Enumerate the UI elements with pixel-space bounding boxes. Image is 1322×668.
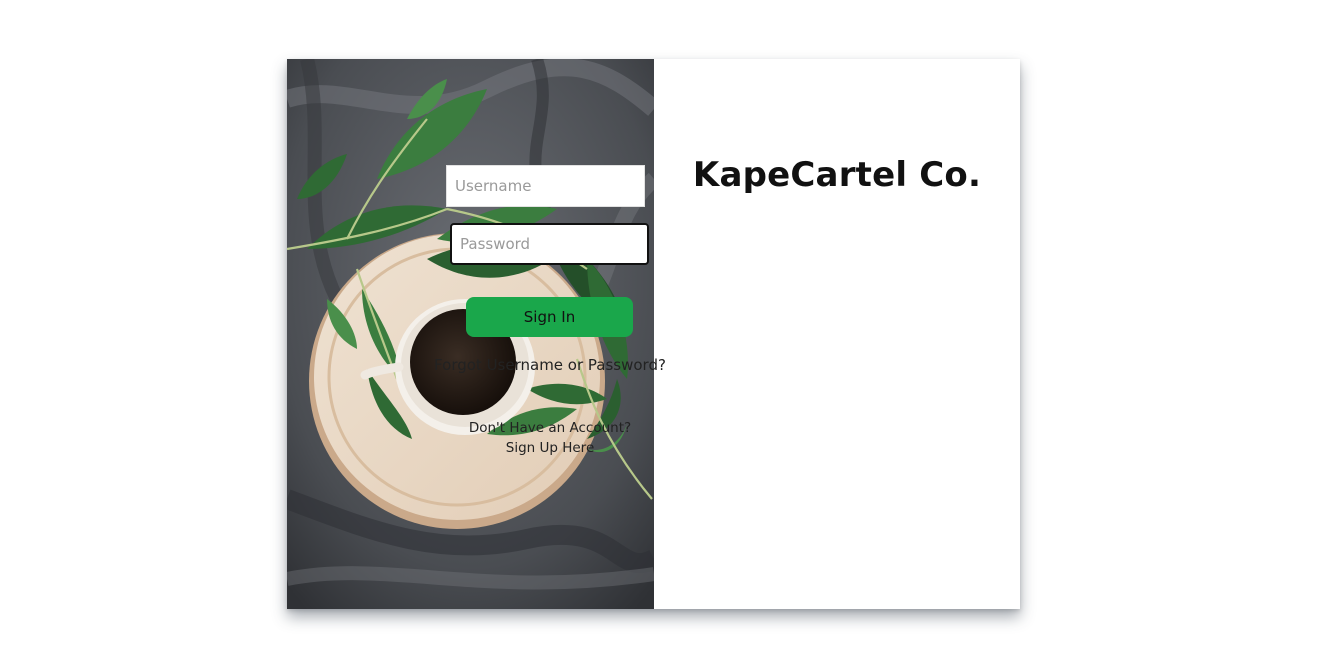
login-form-panel: KapeCartel Co. <box>654 59 1020 609</box>
forgot-credentials-link[interactable]: Forgot Username or Password? <box>367 356 733 374</box>
sign-in-button[interactable]: Sign In <box>466 297 633 337</box>
login-card: KapeCartel Co. <box>287 59 1020 609</box>
signup-section: Don't Have an Account? Sign Up Here <box>367 418 733 458</box>
sign-up-link[interactable]: Sign Up Here <box>367 438 733 458</box>
password-input[interactable] <box>450 223 649 265</box>
brand-title: KapeCartel Co. <box>692 155 982 195</box>
signup-prompt: Don't Have an Account? <box>468 420 632 436</box>
username-input[interactable] <box>446 165 645 207</box>
